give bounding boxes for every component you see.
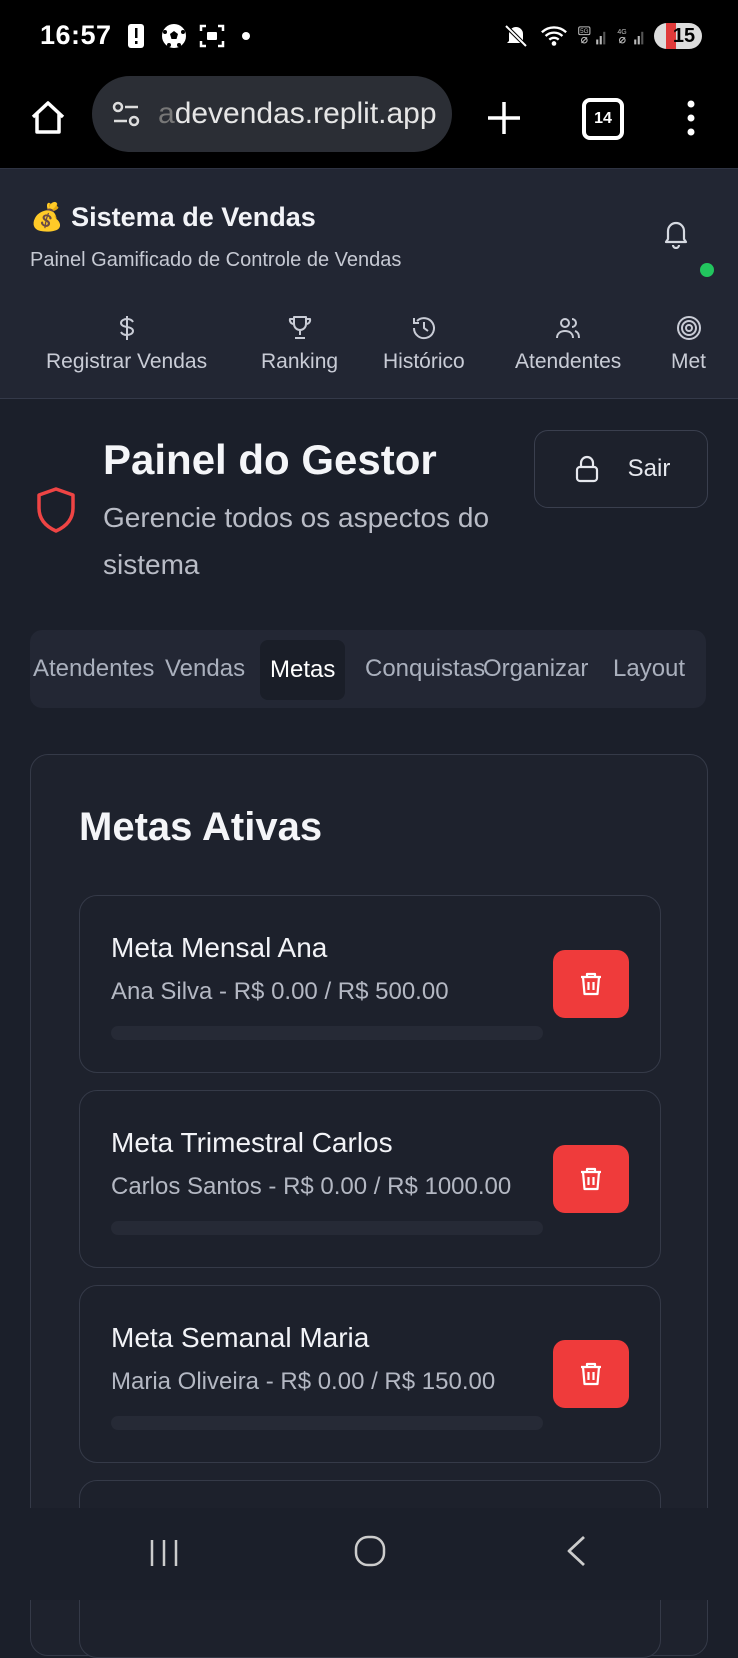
goal-progress-bar: [111, 1221, 543, 1235]
tab-conquistas[interactable]: Conquistas: [365, 630, 485, 708]
system-nav-bar: [0, 1508, 738, 1600]
goal-progress-bar: [111, 1416, 543, 1430]
goal-detail: Ana Silva - R$ 0.00 / R$ 500.00: [111, 978, 449, 1005]
trash-icon: [581, 1362, 601, 1386]
online-status-dot: [700, 263, 714, 277]
goal-progress-bar: [111, 1026, 543, 1040]
goal-card: Meta Semanal Maria Maria Oliveira - R$ 0…: [79, 1285, 661, 1463]
more-options-icon[interactable]: [680, 96, 702, 140]
signal-4g-icon: 4G: [616, 22, 644, 50]
target-icon: [676, 316, 701, 340]
alert-icon: [122, 22, 150, 50]
delete-goal-button[interactable]: [553, 1340, 629, 1408]
goal-detail: Maria Oliveira - R$ 0.00 / R$ 150.00: [111, 1368, 496, 1395]
status-time: 16:57: [40, 20, 112, 50]
battery-icon: 15: [654, 23, 702, 49]
admin-tabs: Atendentes Vendas Metas Conquistas Organ…: [30, 630, 706, 708]
tab-switcher-button[interactable]: 14: [582, 98, 624, 140]
mute-icon: [502, 22, 530, 50]
recent-apps-icon[interactable]: [146, 1534, 182, 1572]
logout-label: Sair: [627, 455, 671, 482]
bell-icon[interactable]: [660, 217, 692, 249]
tab-layout[interactable]: Layout: [613, 630, 685, 708]
dot-icon: [242, 32, 250, 40]
screenshot-icon: [198, 22, 226, 50]
home-icon[interactable]: [28, 98, 68, 138]
url-bar[interactable]: adevendas.replit.app: [92, 76, 452, 152]
users-icon: [556, 318, 581, 339]
tab-organizar[interactable]: Organizar: [483, 630, 588, 708]
back-icon[interactable]: [562, 1532, 590, 1570]
new-tab-icon[interactable]: [484, 96, 524, 140]
delete-goal-button[interactable]: [553, 950, 629, 1018]
wifi-icon: [540, 22, 568, 50]
page-description: Gerencie todos os aspectos do sistema: [103, 502, 490, 580]
tab-vendas[interactable]: Vendas: [165, 630, 245, 708]
app-title: 💰 Sistema de Vendas: [30, 202, 316, 232]
goal-detail: Carlos Santos - R$ 0.00 / R$ 1000.00: [111, 1173, 512, 1200]
url-text[interactable]: adevendas.replit.app: [158, 97, 437, 131]
trophy-icon: [288, 316, 311, 339]
money-bag-icon: 💰: [30, 202, 64, 232]
goal-card: Meta Trimestral Carlos Carlos Santos - R…: [79, 1090, 661, 1268]
panel-title: Metas Ativas: [79, 805, 323, 849]
app-header: 💰 Sistema de Vendas Painel Gamificado de…: [0, 168, 738, 301]
main-nav: Registrar Vendas Ranking Histórico Atend…: [0, 300, 738, 399]
browser-toolbar: adevendas.replit.app 14: [0, 76, 738, 168]
dollar-icon: [119, 316, 134, 340]
status-bar: 16:57 5G 4G 15: [0, 0, 738, 76]
app-subtitle: Painel Gamificado de Controle de Vendas: [30, 249, 402, 271]
logout-button[interactable]: Sair: [534, 430, 708, 508]
nav-item-registrar-vendas[interactable]: Registrar Vendas: [46, 314, 207, 374]
page-title: Painel do Gestor: [103, 436, 437, 483]
goal-name: Meta Semanal Maria: [111, 1322, 370, 1353]
lock-icon: [575, 455, 598, 483]
goal-name: Meta Mensal Ana: [111, 932, 328, 963]
svg-text:4G: 4G: [617, 29, 626, 36]
delete-goal-button[interactable]: [553, 1145, 629, 1213]
tab-metas[interactable]: Metas: [260, 640, 346, 700]
nav-item-ranking[interactable]: Ranking: [261, 314, 338, 374]
goal-card: Meta Mensal Ana Ana Silva - R$ 0.00 / R$…: [79, 895, 661, 1073]
history-icon: [412, 317, 435, 340]
status-icons-right: 5G 4G 15: [502, 22, 702, 50]
svg-text:5G: 5G: [580, 28, 589, 35]
nav-item-metas[interactable]: Met: [671, 314, 706, 374]
status-icons-left: [122, 22, 250, 50]
trash-icon: [581, 972, 601, 996]
nav-item-historico[interactable]: Histórico: [383, 314, 465, 374]
trash-icon: [581, 1167, 601, 1191]
goal-name: Meta Trimestral Carlos: [111, 1127, 393, 1158]
soccer-ball-icon: [160, 22, 188, 50]
site-settings-icon[interactable]: [108, 96, 144, 132]
battery-level: 15: [672, 24, 696, 47]
shield-icon: [37, 487, 75, 533]
signal-5g-icon: 5G: [578, 22, 606, 50]
nav-item-atendentes[interactable]: Atendentes: [515, 314, 621, 374]
tab-atendentes[interactable]: Atendentes: [33, 630, 154, 708]
home-circle-icon[interactable]: [352, 1532, 388, 1570]
